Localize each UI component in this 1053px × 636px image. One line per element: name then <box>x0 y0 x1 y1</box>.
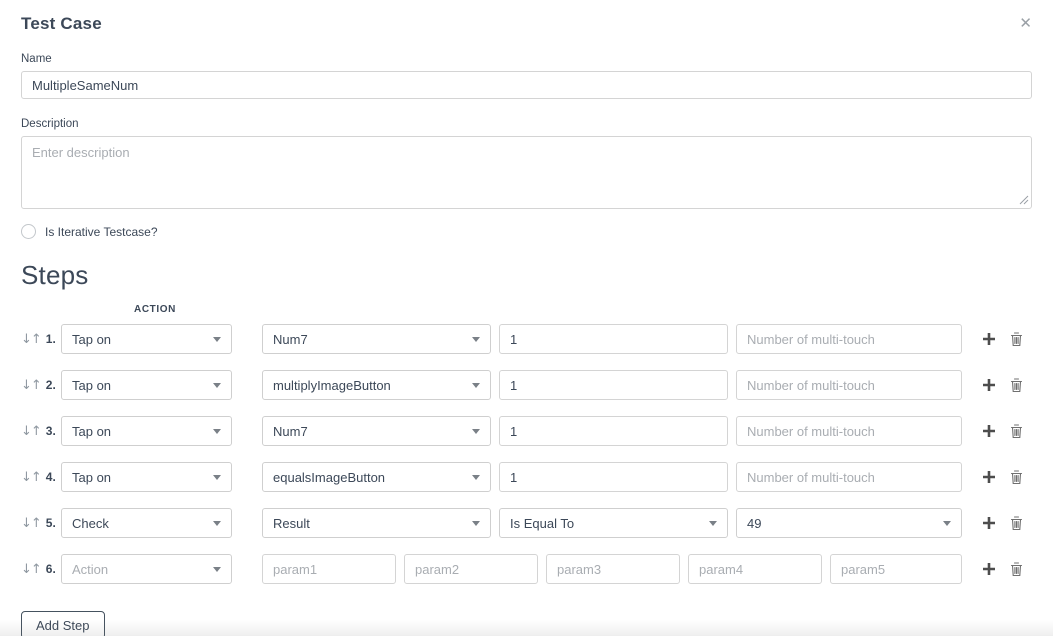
step-number: 2. <box>46 378 56 392</box>
description-label: Description <box>21 118 1032 130</box>
value-input[interactable] <box>499 324 728 354</box>
chevron-down-icon <box>472 475 480 480</box>
name-label: Name <box>21 53 1032 65</box>
step-number: 6. <box>46 562 56 576</box>
trash-icon <box>1009 515 1024 531</box>
multitouch-input[interactable] <box>736 416 962 446</box>
close-icon[interactable]: ✕ <box>1015 14 1036 33</box>
action-select[interactable]: Action <box>61 554 232 584</box>
delete-row-button[interactable] <box>1009 377 1024 393</box>
step-row: ↓↑ 1. Tap on Num7 <box>21 324 1032 354</box>
trash-icon <box>1009 561 1024 577</box>
target-select[interactable]: Num7 <box>262 324 491 354</box>
drag-handle-icon[interactable]: ↓↑ <box>21 562 41 577</box>
chevron-down-icon <box>213 521 221 526</box>
action-column-header: ACTION <box>134 304 184 315</box>
drag-handle-icon[interactable]: ↓↑ <box>21 470 41 485</box>
add-row-button[interactable] <box>982 378 996 392</box>
drag-handle-icon[interactable]: ↓↑ <box>21 332 41 347</box>
multitouch-input[interactable] <box>736 324 962 354</box>
plus-icon <box>982 424 996 438</box>
trash-icon <box>1009 377 1024 393</box>
value-input[interactable] <box>499 462 728 492</box>
chevron-down-icon <box>472 383 480 388</box>
plus-icon <box>982 516 996 530</box>
add-row-button[interactable] <box>982 470 996 484</box>
trash-icon <box>1009 423 1024 439</box>
param-input[interactable] <box>830 554 962 584</box>
action-select[interactable]: Check <box>61 508 232 538</box>
add-row-button[interactable] <box>982 332 996 346</box>
step-number: 4. <box>46 470 56 484</box>
name-input[interactable] <box>21 71 1032 99</box>
param-input[interactable] <box>404 554 538 584</box>
action-select[interactable]: Tap on <box>61 416 232 446</box>
target-select[interactable]: Num7 <box>262 416 491 446</box>
chevron-down-icon <box>709 521 717 526</box>
plus-icon <box>982 332 996 346</box>
delete-row-button[interactable] <box>1009 423 1024 439</box>
expected-value-select[interactable]: 49 <box>736 508 962 538</box>
trash-icon <box>1009 331 1024 347</box>
chevron-down-icon <box>472 521 480 526</box>
action-select[interactable]: Tap on <box>61 324 232 354</box>
multitouch-input[interactable] <box>736 370 962 400</box>
add-row-button[interactable] <box>982 516 996 530</box>
param-input[interactable] <box>546 554 680 584</box>
chevron-down-icon <box>213 337 221 342</box>
action-select[interactable]: Tap on <box>61 370 232 400</box>
step-number: 3. <box>46 424 56 438</box>
step-number: 5. <box>46 516 56 530</box>
page-title: Test Case <box>21 14 102 34</box>
trash-icon <box>1009 469 1024 485</box>
iterative-radio[interactable] <box>21 224 36 239</box>
steps-heading: Steps <box>21 260 1032 291</box>
step-row: ↓↑ 6. Action <box>21 554 1032 584</box>
description-input[interactable] <box>21 136 1032 209</box>
plus-icon <box>982 378 996 392</box>
value-input[interactable] <box>499 370 728 400</box>
step-row: ↓↑ 5. Check Result Is Equal To 49 <box>21 508 1032 538</box>
chevron-down-icon <box>213 475 221 480</box>
value-input[interactable] <box>499 416 728 446</box>
multitouch-input[interactable] <box>736 462 962 492</box>
target-select[interactable]: equalsImageButton <box>262 462 491 492</box>
drag-handle-icon[interactable]: ↓↑ <box>21 424 41 439</box>
add-step-button[interactable]: Add Step <box>21 611 105 636</box>
dialog-header: Test Case ✕ <box>21 14 1032 34</box>
param-input[interactable] <box>688 554 822 584</box>
step-row: ↓↑ 4. Tap on equalsImageButton <box>21 462 1032 492</box>
chevron-down-icon <box>213 567 221 572</box>
param-input[interactable] <box>262 554 396 584</box>
chevron-down-icon <box>472 429 480 434</box>
target-select[interactable]: Result <box>262 508 491 538</box>
add-row-button[interactable] <box>982 562 996 576</box>
operator-select[interactable]: Is Equal To <box>499 508 728 538</box>
test-case-dialog: Test Case ✕ Name Description Is Iterativ… <box>0 0 1053 636</box>
delete-row-button[interactable] <box>1009 469 1024 485</box>
action-select[interactable]: Tap on <box>61 462 232 492</box>
drag-handle-icon[interactable]: ↓↑ <box>21 516 41 531</box>
delete-row-button[interactable] <box>1009 515 1024 531</box>
chevron-down-icon <box>472 337 480 342</box>
chevron-down-icon <box>213 383 221 388</box>
plus-icon <box>982 470 996 484</box>
chevron-down-icon <box>943 521 951 526</box>
step-row: ↓↑ 3. Tap on Num7 <box>21 416 1032 446</box>
add-row-button[interactable] <box>982 424 996 438</box>
delete-row-button[interactable] <box>1009 331 1024 347</box>
drag-handle-icon[interactable]: ↓↑ <box>21 378 41 393</box>
chevron-down-icon <box>213 429 221 434</box>
step-row: ↓↑ 2. Tap on multiplyImageButton <box>21 370 1032 400</box>
target-select[interactable]: multiplyImageButton <box>262 370 491 400</box>
step-number: 1. <box>46 332 56 346</box>
plus-icon <box>982 562 996 576</box>
delete-row-button[interactable] <box>1009 561 1024 577</box>
iterative-radio-label: Is Iterative Testcase? <box>45 225 158 239</box>
